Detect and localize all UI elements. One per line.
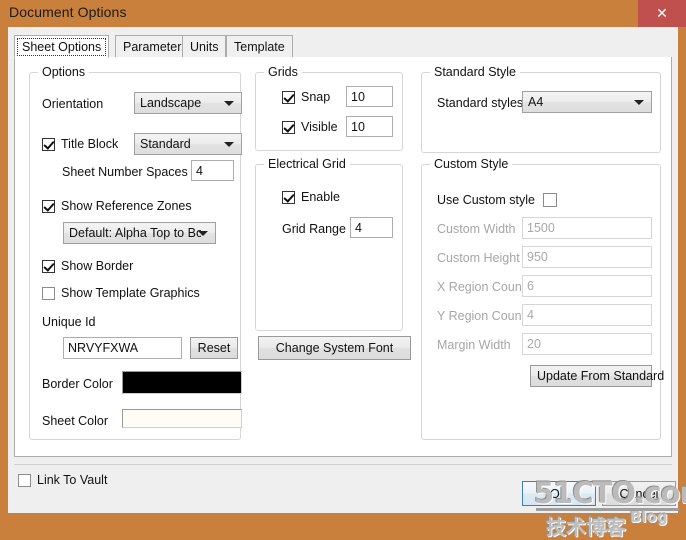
tab-units-label: Units xyxy=(190,40,219,54)
page-title: Document Options xyxy=(9,4,127,20)
update-from-standard-button[interactable]: Update From Standard xyxy=(530,365,664,387)
margin-width-input[interactable] xyxy=(522,333,652,355)
y-region-count-label: Y Region Count xyxy=(437,309,526,323)
snap-checkbox[interactable]: Snap xyxy=(282,90,330,104)
unique-id-label: Unique Id xyxy=(42,315,96,329)
snap-value-input[interactable] xyxy=(346,86,393,107)
sheet-number-spaces-label: Sheet Number Spaces xyxy=(62,165,188,179)
checkbox-icon xyxy=(42,259,55,273)
y-region-count-input[interactable] xyxy=(522,304,652,326)
grids-group-label: Grids xyxy=(264,65,302,79)
electrical-grid-group: Electrical Grid Enable Grid Range xyxy=(255,157,403,331)
custom-style-group-label: Custom Style xyxy=(430,157,513,171)
x-region-count-input[interactable] xyxy=(522,275,652,297)
grid-range-label: Grid Range xyxy=(282,222,346,236)
chevron-down-icon xyxy=(198,231,208,236)
electrical-grid-group-label: Electrical Grid xyxy=(264,157,350,171)
custom-width-input[interactable] xyxy=(522,217,652,239)
options-group: Options Orientation Landscape Title Bloc… xyxy=(29,65,242,440)
custom-width-label: Custom Width xyxy=(437,222,516,236)
checkbox-icon xyxy=(542,193,557,207)
title-block-value: Standard xyxy=(140,137,191,151)
checkbox-icon xyxy=(42,137,55,151)
electrical-grid-enable-checkbox[interactable]: Enable xyxy=(282,190,340,204)
grid-range-input[interactable] xyxy=(350,217,393,238)
sheet-color-swatch[interactable] xyxy=(122,409,242,428)
standard-styles-label: Standard styles xyxy=(437,96,524,110)
show-reference-zones-checkbox[interactable]: Show Reference Zones xyxy=(42,199,192,213)
custom-style-group: Custom Style Use Custom style Custom Wid… xyxy=(421,157,664,440)
close-icon[interactable]: ✕ xyxy=(638,0,686,27)
checkbox-icon xyxy=(282,120,295,134)
standard-style-group-label: Standard Style xyxy=(430,65,520,79)
title-bar: Document Options ✕ xyxy=(0,0,686,27)
title-block-label: Title Block xyxy=(61,137,119,151)
tab-focus-outline xyxy=(17,38,107,56)
reset-button[interactable]: Reset xyxy=(190,337,238,359)
link-to-vault-label: Link To Vault xyxy=(37,473,108,487)
dialog-client-area: Sheet Options Parameters Units Template … xyxy=(8,27,686,539)
tab-sheet-options[interactable]: Sheet Options xyxy=(14,35,110,58)
show-reference-zones-label: Show Reference Zones xyxy=(61,199,192,213)
show-template-graphics-checkbox[interactable]: Show Template Graphics xyxy=(42,286,200,300)
grids-group: Grids Snap Visible xyxy=(255,65,403,151)
visible-checkbox[interactable]: Visible xyxy=(282,120,338,134)
document-options-window: Document Options ✕ Sheet Options Paramet… xyxy=(0,0,686,539)
link-to-vault-checkbox[interactable]: Link To Vault xyxy=(18,473,107,487)
chevron-down-icon xyxy=(224,142,234,147)
checkbox-icon xyxy=(18,473,31,487)
checkbox-icon xyxy=(282,190,295,204)
footer-divider xyxy=(14,464,672,465)
use-custom-style-label: Use Custom style xyxy=(437,193,535,207)
tab-units[interactable]: Units xyxy=(182,35,227,58)
cancel-button[interactable]: Cancel xyxy=(602,481,676,506)
tab-template[interactable]: Template xyxy=(226,35,293,58)
options-group-label: Options xyxy=(38,65,90,79)
x-region-count-label: X Region Count xyxy=(437,280,526,294)
unique-id-input[interactable] xyxy=(63,337,182,359)
checkbox-icon xyxy=(282,90,295,104)
show-border-label: Show Border xyxy=(61,259,134,273)
reference-zones-dropdown[interactable]: Default: Alpha Top to Bottom xyxy=(63,222,216,244)
watermark-blog-text: Blog xyxy=(630,508,668,526)
custom-height-label: Custom Height xyxy=(437,251,520,265)
standard-styles-value: A4 xyxy=(528,95,544,109)
show-template-graphics-label: Show Template Graphics xyxy=(61,286,200,300)
custom-height-input[interactable] xyxy=(522,246,652,268)
snap-label: Snap xyxy=(301,90,331,104)
electrical-grid-enable-label: Enable xyxy=(301,190,340,204)
change-system-font-button[interactable]: Change System Font xyxy=(258,336,411,360)
title-block-dropdown[interactable]: Standard xyxy=(134,133,242,155)
orientation-value: Landscape xyxy=(140,96,202,110)
visible-value-input[interactable] xyxy=(346,116,393,137)
orientation-dropdown[interactable]: Landscape xyxy=(134,92,242,114)
sheet-color-label: Sheet Color xyxy=(42,414,109,428)
tab-strip: Sheet Options Parameters Units Template xyxy=(14,35,672,58)
watermark-cn-text: 技术博客 xyxy=(546,515,626,539)
title-block-checkbox[interactable]: Title Block xyxy=(42,137,118,151)
show-border-checkbox[interactable]: Show Border xyxy=(42,259,133,273)
margin-width-label: Margin Width xyxy=(437,338,511,352)
standard-styles-dropdown[interactable]: A4 xyxy=(522,91,652,113)
visible-label: Visible xyxy=(301,120,338,134)
sheet-number-spaces-input[interactable] xyxy=(191,160,234,181)
border-color-label: Border Color xyxy=(42,377,113,391)
chevron-down-icon xyxy=(224,101,234,106)
chevron-down-icon xyxy=(634,100,644,105)
reference-zones-value: Default: Alpha Top to Bottom xyxy=(69,226,201,240)
border-color-swatch[interactable] xyxy=(122,371,242,394)
checkbox-icon xyxy=(42,199,55,213)
sheet-options-panel: Options Orientation Landscape Title Bloc… xyxy=(14,57,672,457)
tab-template-label: Template xyxy=(234,40,285,54)
ok-button[interactable]: OK xyxy=(522,481,596,506)
use-custom-style-checkbox[interactable]: Use Custom style xyxy=(437,193,557,207)
checkbox-icon xyxy=(42,286,55,300)
tab-parameters-label: Parameters xyxy=(123,40,188,54)
standard-style-group: Standard Style Standard styles A4 xyxy=(421,65,661,153)
orientation-label: Orientation xyxy=(42,97,104,111)
watermark-rule xyxy=(536,508,679,511)
